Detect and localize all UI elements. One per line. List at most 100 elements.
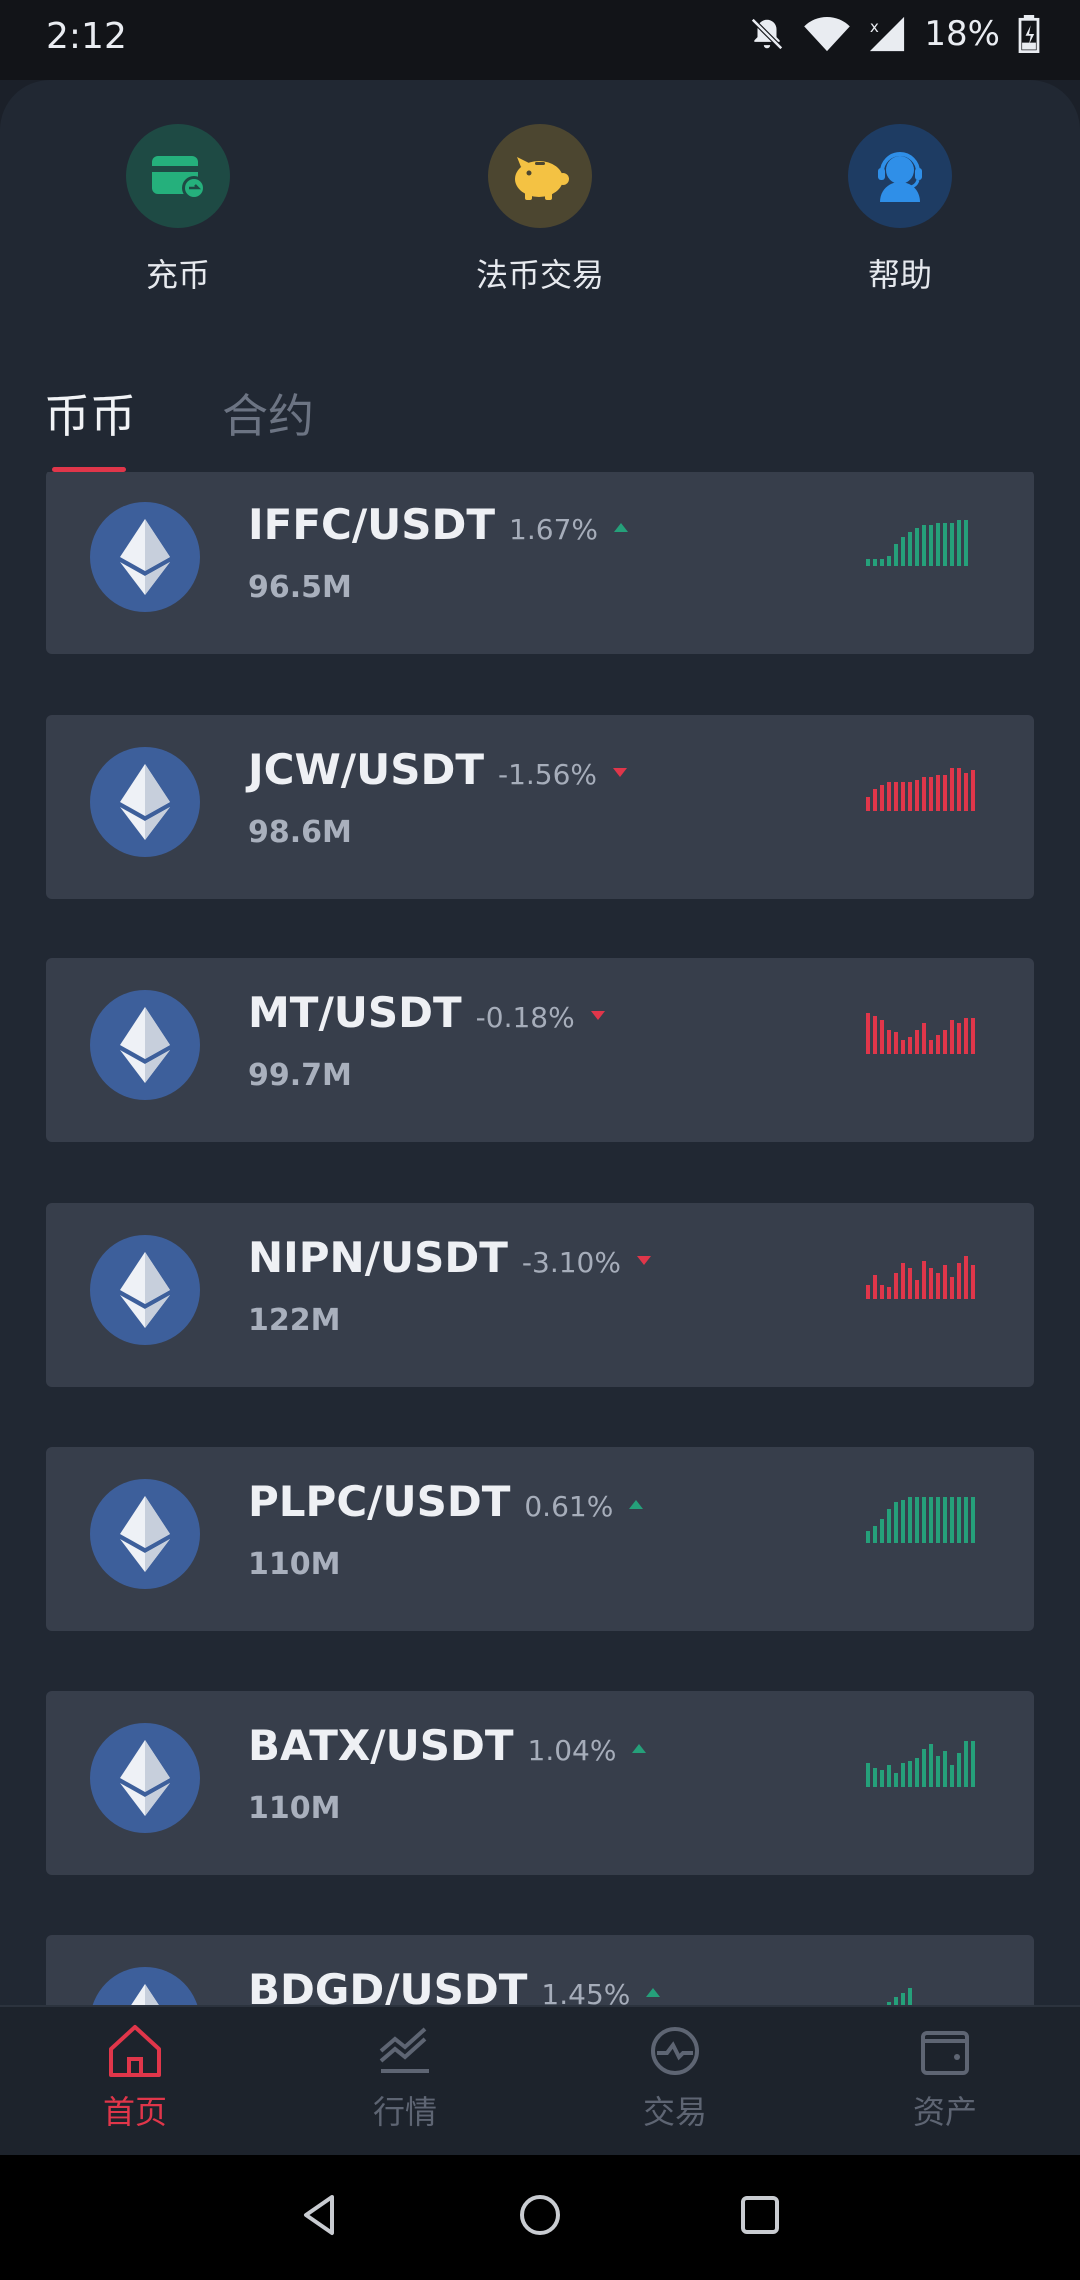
sparkline-bar	[964, 1497, 968, 1543]
nav-home[interactable]: 首页	[0, 2007, 270, 2157]
volume: 99.7M	[248, 1058, 352, 1093]
market-card[interactable]: BDGD/USDT 1.45%	[46, 1935, 1034, 2005]
sparkline-bar	[922, 1023, 926, 1054]
sparkline-bar	[915, 1280, 919, 1299]
tab-futures[interactable]: 合约	[222, 380, 314, 446]
sparkline-bar	[964, 1018, 968, 1054]
sparkline-bar	[873, 1768, 877, 1787]
sparkline-bar	[950, 1020, 954, 1054]
ethereum-icon	[90, 502, 200, 612]
status-time: 2:12	[46, 16, 127, 57]
sparkline-bar	[873, 1526, 877, 1543]
sparkline	[866, 1739, 980, 1787]
pair-name: JCW/USDT	[248, 745, 484, 794]
piggy-bank-icon	[488, 124, 592, 228]
sparkline-bar	[929, 777, 933, 811]
sparkline-bar	[894, 1997, 898, 2005]
sparkline-bar	[901, 537, 905, 566]
sparkline-bar	[894, 1273, 898, 1299]
sparkline-bar	[964, 520, 968, 566]
nav-home-label: 首页	[102, 2093, 167, 2131]
pair-line: NIPN/USDT -3.10%	[248, 1233, 651, 1282]
signal-icon: x	[868, 15, 906, 53]
volume: 122M	[248, 1303, 341, 1338]
sparkline	[866, 518, 980, 566]
main-panel: 充币 法币交易 帮助 币币 合约 IFFC/USDT 1.67% 96.5M J…	[0, 80, 1080, 2005]
status-bar: 2:12 x 18%	[0, 0, 1080, 80]
back-icon[interactable]	[290, 2185, 350, 2245]
sparkline-bar	[936, 1035, 940, 1054]
volume: 110M	[248, 1547, 341, 1582]
tab-spot[interactable]: 币币	[44, 380, 136, 446]
nav-market[interactable]: 行情	[270, 2007, 540, 2157]
nav-trade[interactable]: 交易	[540, 2007, 810, 2157]
volume: 110M	[248, 1791, 341, 1826]
sparkline-bar	[936, 1756, 940, 1787]
sparkline-bar	[943, 1265, 947, 1299]
change-down-arrow-icon	[590, 1011, 605, 1020]
nav-trade-label: 交易	[642, 2093, 707, 2131]
sparkline-bar	[880, 1285, 884, 1299]
nav-assets[interactable]: 资产	[810, 2007, 1080, 2157]
market-card[interactable]: JCW/USDT -1.56% 98.6M	[46, 715, 1034, 899]
sparkline-bar	[866, 797, 870, 811]
deposit-button[interactable]: 充币	[28, 124, 328, 296]
volume: 98.6M	[248, 815, 352, 850]
recents-icon[interactable]	[730, 2185, 790, 2245]
sparkline-bar	[894, 782, 898, 811]
sparkline-bar	[880, 1770, 884, 1787]
sparkline-bar	[866, 1285, 870, 1299]
sparkline	[866, 1251, 980, 1299]
market-list[interactable]: IFFC/USDT 1.67% 96.5M JCW/USDT -1.56% 98.6…	[0, 472, 1080, 2005]
status-icons: x 18%	[748, 14, 1040, 54]
sparkline	[866, 1006, 980, 1054]
sparkline-bar	[901, 1263, 905, 1299]
sparkline	[866, 1495, 980, 1543]
sparkline-bar	[936, 1497, 940, 1543]
sparkline-bar	[943, 1030, 947, 1054]
sparkline-bar	[957, 768, 961, 811]
pair-name: BDGD/USDT	[248, 1965, 528, 2005]
market-card[interactable]: IFFC/USDT 1.67% 96.5M	[46, 472, 1034, 654]
market-card[interactable]: PLPC/USDT 0.61% 110M	[46, 1447, 1034, 1631]
system-nav-bar	[0, 2155, 1080, 2280]
pair-name: NIPN/USDT	[248, 1233, 508, 1282]
sparkline	[866, 763, 980, 811]
fiat-trade-button[interactable]: 法币交易	[390, 124, 690, 296]
nav-assets-label: 资产	[912, 2093, 977, 2131]
sparkline-bar	[929, 525, 933, 566]
sparkline-bar	[873, 1016, 877, 1054]
sparkline-bar	[971, 1265, 975, 1299]
change-percent: 1.45%	[541, 1978, 631, 2005]
sparkline-bar	[957, 1023, 961, 1054]
sparkline-bar	[901, 782, 905, 811]
sparkline-bar	[971, 1497, 975, 1543]
sparkline-bar	[915, 1497, 919, 1543]
sparkline-bar	[908, 1268, 912, 1299]
change-percent: 1.67%	[509, 513, 598, 546]
ethereum-icon	[90, 990, 200, 1100]
change-percent: -1.56%	[497, 758, 598, 791]
sparkline-bar	[908, 1497, 912, 1543]
market-card[interactable]: BATX/USDT 1.04% 110M	[46, 1691, 1034, 1875]
sparkline-bar	[950, 1277, 954, 1299]
pair-name: MT/USDT	[248, 988, 462, 1037]
sparkline-bar	[971, 1741, 975, 1787]
home-circle-icon[interactable]	[510, 2185, 570, 2245]
change-percent: -3.10%	[521, 1246, 621, 1279]
sparkline-bar	[866, 559, 870, 566]
change-percent: 0.61%	[524, 1490, 614, 1523]
market-card[interactable]: MT/USDT -0.18% 99.7M	[46, 958, 1034, 1142]
sparkline-bar	[908, 1761, 912, 1787]
sparkline-bar	[873, 1275, 877, 1299]
help-button[interactable]: 帮助	[750, 124, 1050, 296]
wallet-icon	[921, 2031, 969, 2075]
sparkline-bar	[873, 789, 877, 811]
sparkline-bar	[887, 1030, 891, 1054]
deposit-card-icon	[126, 124, 230, 228]
sparkline-bar	[964, 773, 968, 811]
market-card[interactable]: NIPN/USDT -3.10% 122M	[46, 1203, 1034, 1387]
sparkline-bar	[866, 1763, 870, 1787]
deposit-label: 充币	[145, 256, 210, 294]
trade-icon	[651, 2027, 699, 2075]
